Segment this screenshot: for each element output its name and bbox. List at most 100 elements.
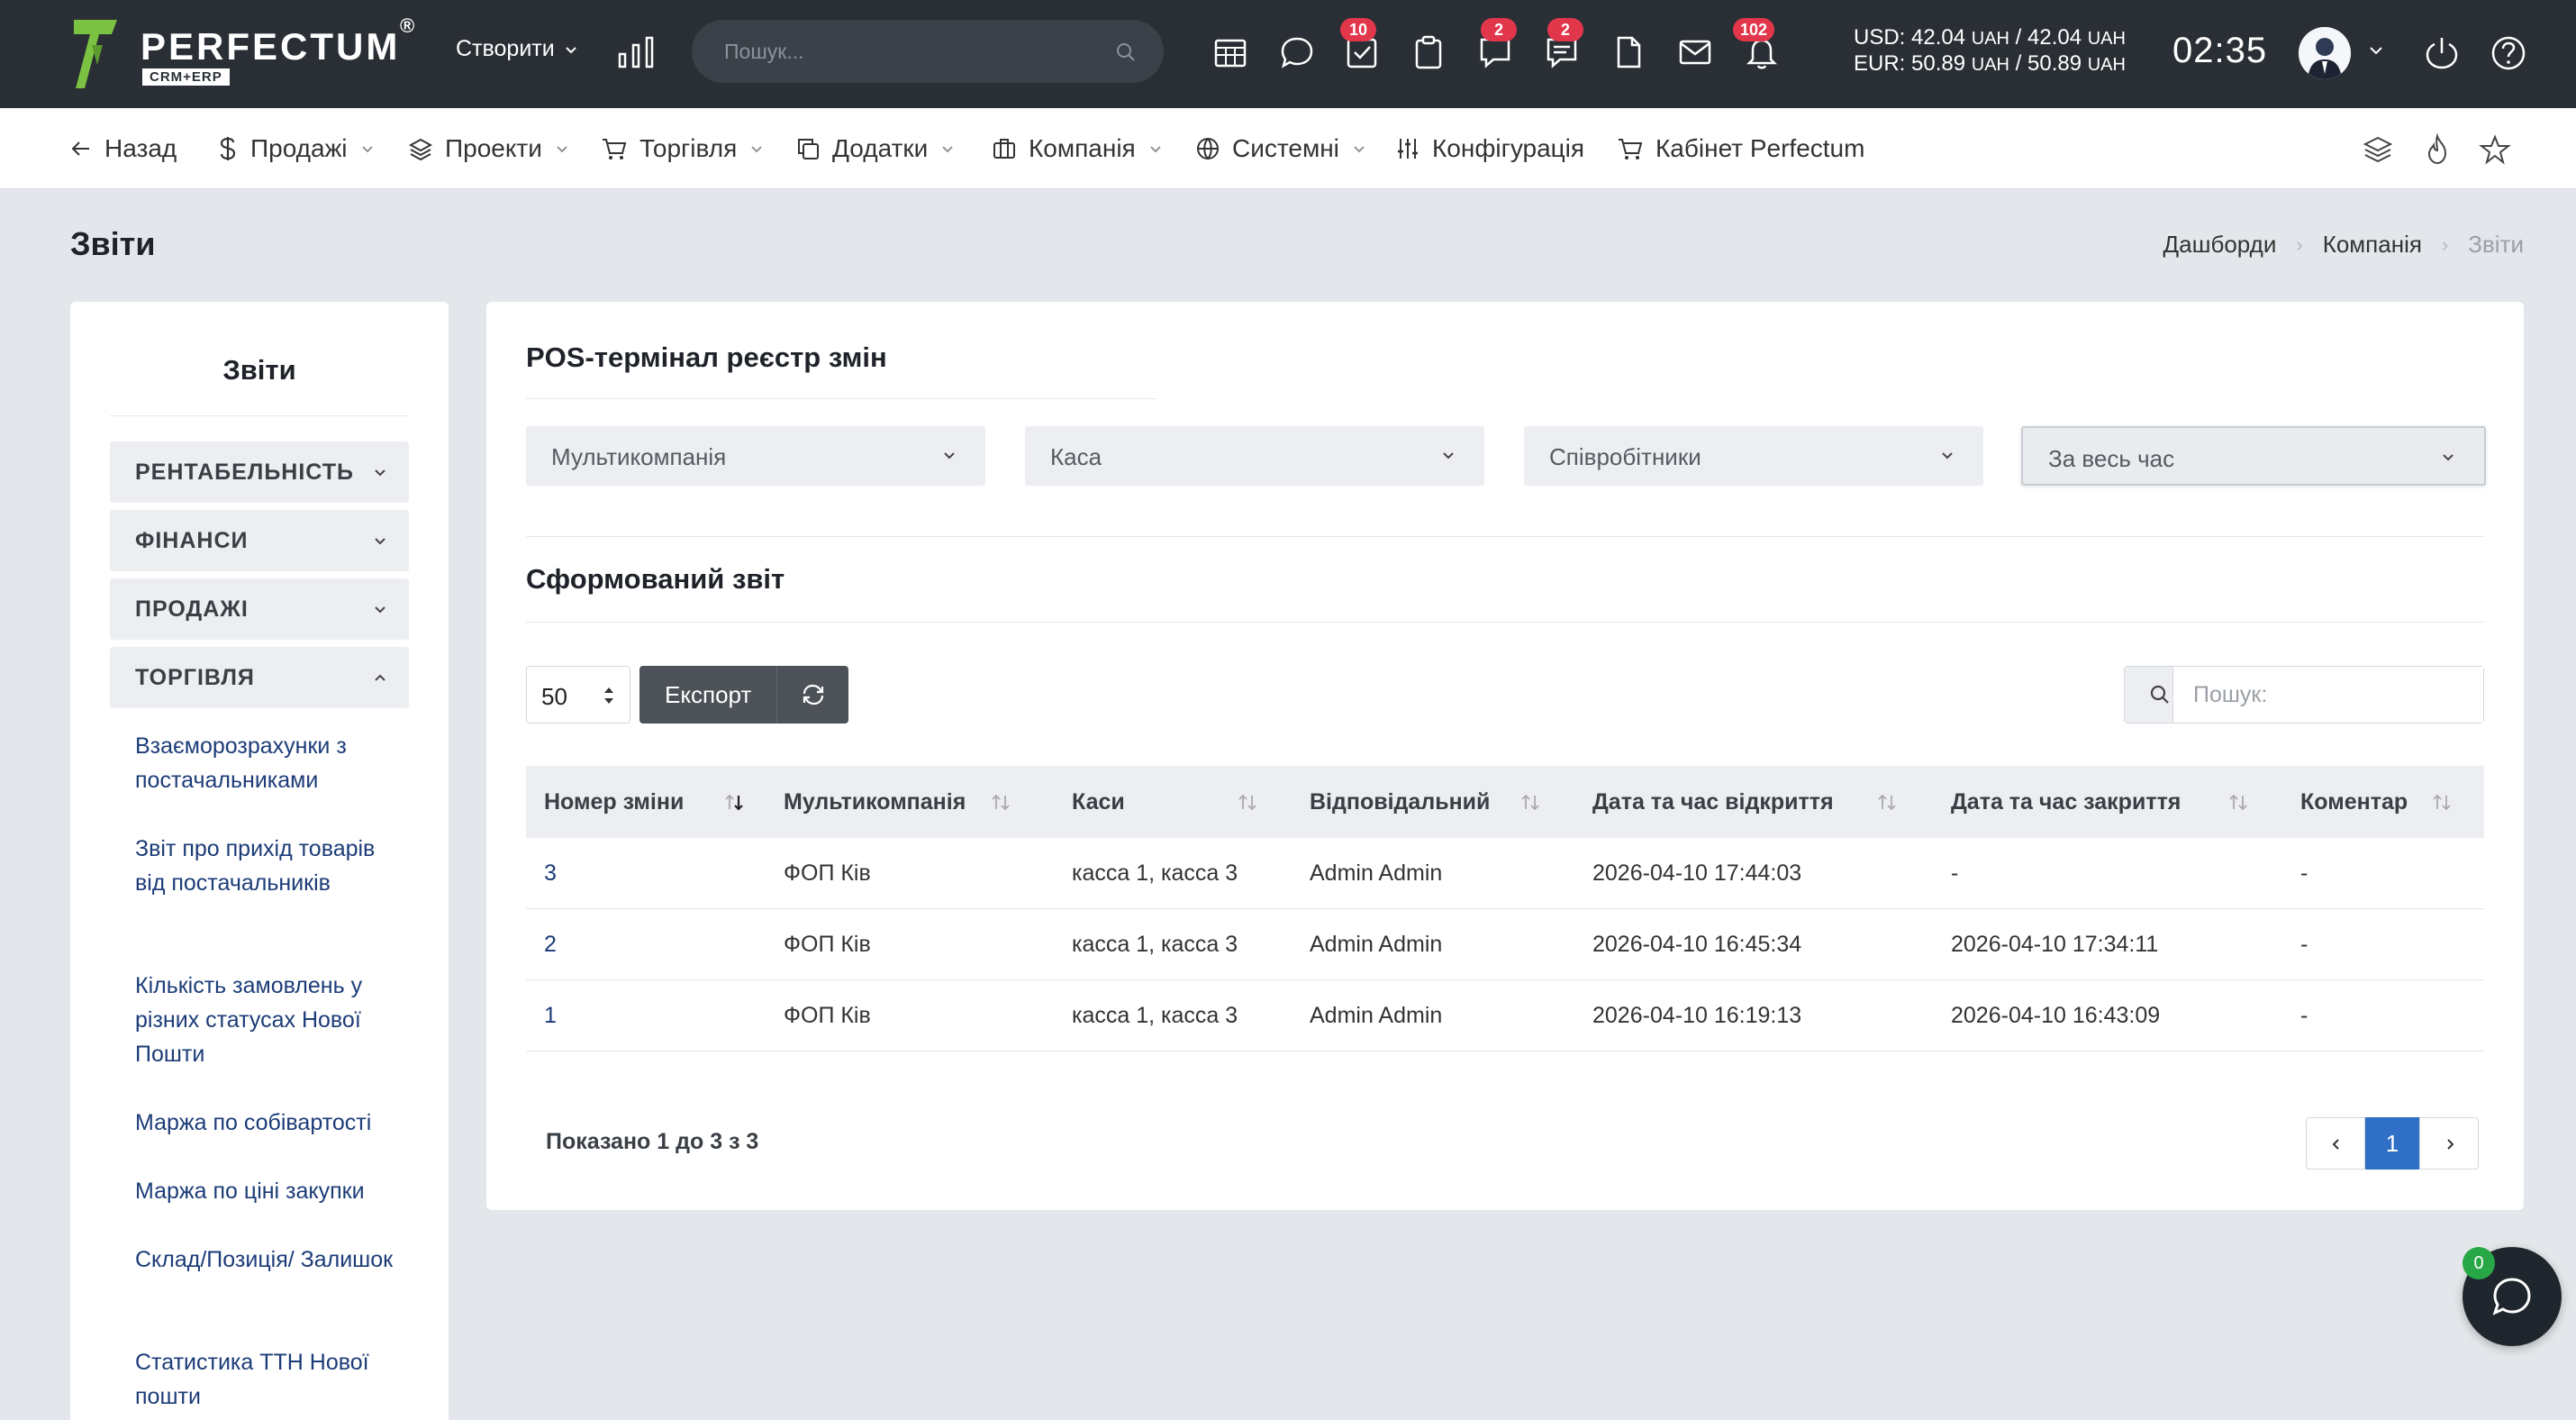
sort-icon[interactable]	[1877, 793, 1897, 813]
table-row: 1 ФОП Ків касса 1, касса 3 Admin Admin 2…	[526, 980, 2484, 1051]
chevron-down-icon	[944, 452, 955, 460]
sort-icon[interactable]	[2228, 793, 2248, 813]
page-length-select[interactable]: 50	[526, 666, 630, 724]
nav-projects[interactable]: Проекти	[409, 132, 569, 166]
cell-registers: касса 1, касса 3	[1072, 1003, 1238, 1028]
pagination-prev[interactable]	[2306, 1117, 2365, 1170]
chat-messages-button[interactable]: 2	[1477, 18, 1517, 70]
calendar-grid-icon[interactable]	[1212, 34, 1248, 70]
global-search-input[interactable]	[724, 20, 1102, 83]
cell-shift-number[interactable]: 2	[544, 909, 557, 980]
chevron-right-icon: ›	[2441, 232, 2449, 256]
sidebar-link-supplier-settlements[interactable]: Взаєморозрахунки з постачальниками	[135, 729, 405, 797]
nav-back[interactable]: Назад	[70, 132, 177, 166]
column-header-responsible[interactable]: Відповідальний	[1310, 766, 1490, 838]
sidebar-link-stock-balance[interactable]: Склад/Позиція/ Залишок	[135, 1242, 405, 1277]
sort-icon[interactable]	[1520, 793, 1540, 813]
create-button[interactable]: Створити	[456, 36, 578, 62]
clock: 02:35	[2172, 31, 2268, 70]
mail-icon[interactable]	[1677, 34, 1713, 70]
document-icon[interactable]	[1610, 34, 1646, 70]
notifications-badge: 102	[1733, 18, 1775, 41]
chat-bubble-icon[interactable]	[1279, 34, 1315, 70]
filter-cash-register[interactable]: Каса	[1025, 426, 1484, 486]
pagination-page[interactable]: 1	[2365, 1117, 2419, 1170]
layers-icon[interactable]	[2362, 133, 2394, 166]
help-icon[interactable]	[2490, 34, 2527, 72]
breadcrumb-company[interactable]: Компанія	[2323, 231, 2422, 259]
power-icon[interactable]	[2423, 34, 2461, 72]
nav-addons[interactable]: Додатки	[796, 132, 955, 166]
sidebar-link-margin-purchase[interactable]: Маржа по ціні закупки	[135, 1174, 405, 1208]
sidebar-link-nova-poshta-stats[interactable]: Статистика ТТН Нової пошти	[135, 1345, 405, 1414]
notifications-button[interactable]: 102	[1733, 18, 1780, 70]
table-row: 3 ФОП Ків касса 1, касса 3 Admin Admin 2…	[526, 838, 2484, 909]
sidebar-section-trade[interactable]: ТОРГІВЛЯ	[110, 647, 409, 708]
search-icon[interactable]	[1115, 41, 1137, 63]
main-nav: Назад Продажі Проекти Торгівля Додатки К…	[0, 108, 2576, 189]
bar-chart-icon[interactable]	[618, 36, 654, 68]
table-search-button[interactable]	[2125, 667, 2173, 723]
cell-shift-number[interactable]: 3	[544, 838, 557, 909]
sort-icon[interactable]	[991, 793, 1011, 813]
avatar[interactable]	[2299, 27, 2351, 79]
sidebar-section-sales[interactable]: ПРОДАЖІ	[110, 578, 409, 640]
tasks-button[interactable]: 10	[1340, 18, 1380, 70]
nav-sales[interactable]: Продажі	[218, 132, 375, 166]
refresh-button[interactable]	[776, 666, 849, 724]
fire-icon[interactable]	[2421, 133, 2454, 166]
chevron-down-icon	[1942, 452, 1953, 460]
star-icon[interactable]	[2479, 133, 2511, 166]
chevron-down-icon	[565, 46, 576, 53]
cell-comment: -	[2300, 860, 2308, 886]
nav-perfectum-cabinet[interactable]: Кабінет Perfectum	[1618, 132, 1864, 166]
nav-trade[interactable]: Торгівля	[602, 132, 764, 166]
cell-responsible: Admin Admin	[1310, 860, 1443, 886]
table-search-input[interactable]	[2173, 667, 2483, 723]
arrow-left-icon	[71, 141, 89, 156]
clipboard-icon[interactable]	[1410, 34, 1447, 70]
sidebar-link-supplier-receipts[interactable]: Звіт про прихід товарів від постачальник…	[135, 832, 405, 900]
chevron-down-icon	[1354, 146, 1365, 153]
export-button[interactable]: Експорт	[639, 666, 777, 724]
column-header-opened-at[interactable]: Дата та час відкриття	[1592, 766, 1834, 838]
filter-employees[interactable]: Співробітники	[1524, 426, 1983, 486]
layers-icon	[409, 138, 432, 160]
column-header-closed-at[interactable]: Дата та час закриття	[1951, 766, 2181, 838]
chevron-down-icon[interactable]	[2367, 41, 2385, 59]
column-header-multicompany[interactable]: Мультикомпанія	[784, 766, 966, 838]
sidebar-section-finance[interactable]: ФІНАНСИ	[110, 510, 409, 571]
cell-shift-number[interactable]: 1	[544, 980, 557, 1051]
user-avatar-icon	[2299, 27, 2351, 79]
report-panel: POS-термінал реєстр змін Мультикомпанія …	[486, 302, 2524, 1210]
cell-opened-at: 2026-04-10 17:44:03	[1592, 860, 1802, 886]
refresh-icon	[803, 684, 824, 705]
sort-desc-icon[interactable]	[724, 793, 744, 813]
dollar-icon	[220, 137, 236, 160]
logo[interactable]: PERFECTUM ® CRM+ERP	[72, 14, 423, 94]
comments-button[interactable]: 2	[1544, 18, 1583, 70]
breadcrumb-dashboards[interactable]: Дашборди	[2163, 231, 2277, 259]
sidebar-link-margin-cost[interactable]: Маржа по собівартості	[135, 1106, 405, 1140]
nav-system[interactable]: Системні	[1196, 132, 1366, 166]
pagination-next[interactable]	[2419, 1117, 2479, 1170]
divider	[526, 536, 2484, 537]
global-search[interactable]	[692, 20, 1164, 83]
cell-responsible: Admin Admin	[1310, 932, 1443, 957]
column-header-comment[interactable]: Коментар	[2300, 766, 2408, 838]
chevron-down-icon	[375, 538, 385, 545]
pagination: 1	[2306, 1117, 2479, 1170]
sidebar-section-profitability[interactable]: РЕНТАБЕЛЬНІСТЬ	[110, 441, 409, 503]
column-header-shift-number[interactable]: Номер зміни	[544, 766, 684, 838]
sort-icon[interactable]	[2432, 793, 2452, 813]
column-header-registers[interactable]: Каси	[1072, 766, 1125, 838]
filter-multicompany[interactable]: Мультикомпанія	[526, 426, 985, 486]
nav-company[interactable]: Компанія	[993, 132, 1163, 166]
sort-icon[interactable]	[1238, 793, 1257, 813]
chevron-down-icon	[751, 146, 762, 153]
chevron-down-icon	[1443, 452, 1454, 460]
nav-configuration[interactable]: Конфігурація	[1396, 132, 1584, 166]
sidebar-link-nova-poshta-statuses[interactable]: Кількість замовлень у різних статусах Но…	[135, 969, 405, 1071]
chevron-up-icon	[375, 674, 385, 681]
filter-period[interactable]: За весь час	[2021, 426, 2486, 486]
